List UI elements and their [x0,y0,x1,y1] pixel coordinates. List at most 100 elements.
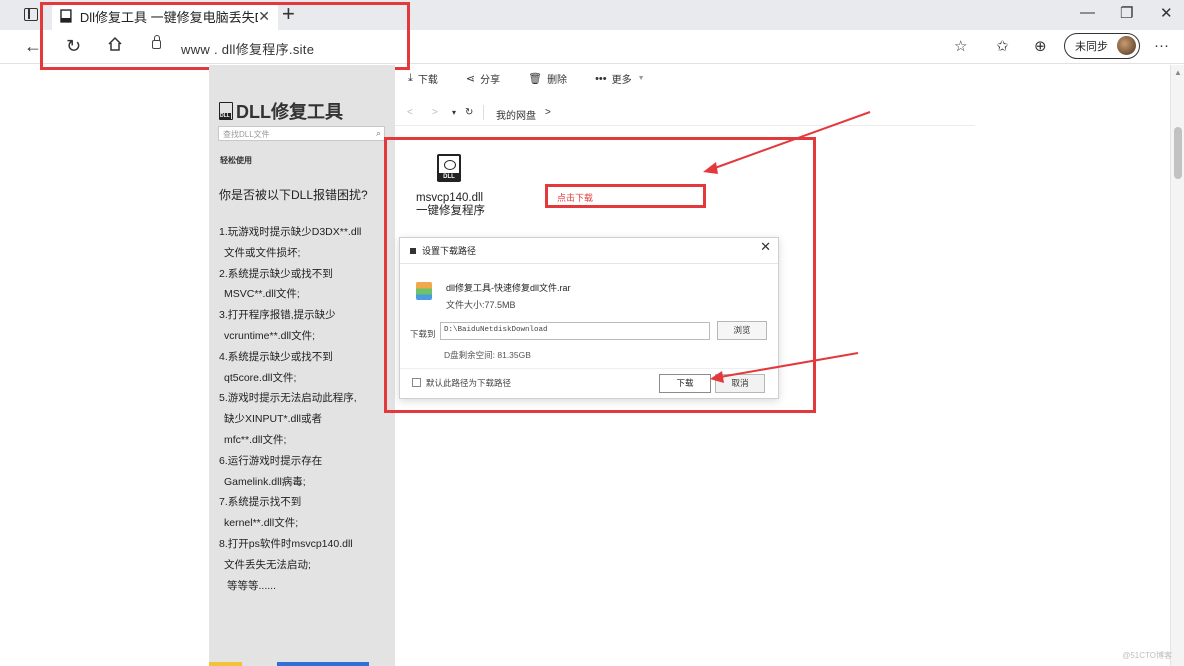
download-path-input[interactable]: D:\BaiduNetdiskDownload [440,322,710,340]
download-icon: ⤓ [408,72,413,84]
list-item: 等等等...... [227,579,277,592]
window-close-icon[interactable]: ✕ [1160,4,1173,22]
dialog-app-icon [410,247,416,254]
profile-sync-button[interactable]: 未同步 [1064,33,1140,59]
more-button[interactable]: ••• 更多 ▼ [595,71,645,87]
dialog-cancel-button[interactable]: 取消 [715,374,765,393]
breadcrumb-sep: > [545,107,551,118]
dll-search-input[interactable]: 查找DLL文件 ⌕ [218,126,385,141]
watermark: @51CTO博客 [1122,651,1172,660]
dialog-file-size: 文件大小:77.5MB [446,300,516,310]
path-divider [483,105,484,120]
list-item: 1.玩游戏时提示缺少D3DX**.dll [219,226,362,238]
url-text[interactable]: www . dll修复程序.site [181,39,314,58]
scroll-up-icon[interactable]: ▲ [1174,68,1182,77]
dialog-download-button[interactable]: 下载 [659,374,711,393]
lock-icon[interactable] [152,35,161,49]
tab-close-icon[interactable]: ✕ [258,8,270,25]
dialog-close-icon[interactable]: ✕ [760,239,771,255]
list-item: 文件或文件损坏; [224,246,301,259]
page-scrollbar[interactable]: ▲ [1170,65,1184,666]
path-bar: < > ▾ ↻ 我的网盘 > [395,102,975,126]
share-icon: ⋖ [465,73,476,85]
list-item: 5.游戏时提示无法启动此程序, [219,392,357,405]
tab-title: Dll修复工具 一键修复电脑丢失D [79,9,259,25]
list-item: qt5core.dll文件; [224,371,297,384]
favorites-icon[interactable]: ✩ [996,37,1009,55]
chevron-down-icon: ▼ [637,75,645,82]
left-info-panel: DLL修复工具 查找DLL文件 ⌕ 轻松使用 你是否被以下DLL报错困扰? 1.… [209,65,395,666]
minimize-icon[interactable]: — [1080,4,1095,21]
restore-icon[interactable]: ❐ [1120,4,1133,22]
bottom-strip-yellow [209,662,242,666]
file-toolbar: ⤓ 下载 ⋖ 分享 🗑 删除 ••• 更多 ▼ [408,71,673,86]
path-back-icon[interactable]: < [407,107,413,118]
list-item: 6.运行游戏时提示存在 [219,454,323,467]
file-name-line2: 一键修复程序 [416,205,485,217]
address-bar: ← ↻ www . dll修复程序.site ☆ ✩ ⊕ 未同步 ··· [0,30,1184,64]
refresh-icon[interactable]: ↻ [66,36,81,56]
dots-icon: ••• [595,72,607,85]
path-forward-icon[interactable]: > [432,107,438,118]
more-label: 更多 [611,75,632,86]
logo: DLL修复工具 [219,98,343,124]
scroll-thumb[interactable] [1174,127,1182,179]
download-to-label: 下载到 [410,329,436,339]
dll-file-icon[interactable] [437,154,461,182]
dialog-divider [400,263,778,264]
back-icon[interactable]: ← [24,36,42,56]
search-placeholder: 查找DLL文件 [223,130,270,139]
breadcrumb[interactable]: 我的网盘 [496,107,536,122]
path-dropdown-icon[interactable]: ▾ [452,108,456,117]
dialog-title: 设置下载路径 [410,244,476,257]
favorite-add-icon[interactable]: ☆ [954,37,967,55]
list-item: 3.打开程序报错,提示缺少 [219,309,336,322]
list-item: MSVC**.dll文件; [224,288,300,301]
more-menu-icon[interactable]: ··· [1154,37,1169,54]
download-path-dialog: 设置下载路径 ✕ dll修复工具-快速修复dll文件.rar 文件大小:77.5… [399,237,779,399]
sidebar-toggle-icon[interactable] [24,8,38,21]
dll-file-icon [60,9,72,23]
path-refresh-icon[interactable]: ↻ [465,107,473,118]
list-item: vcruntime**.dll文件; [224,329,316,342]
new-tab-button[interactable]: + [282,2,295,26]
default-path-label[interactable]: 默认此路径为下载路径 [426,377,511,389]
dialog-file-name: dll修复工具-快速修复dll文件.rar [446,283,571,293]
search-icon[interactable]: ⌕ [376,128,381,139]
rar-file-icon [416,282,432,300]
list-item: 8.打开ps软件时msvcp140.dll [219,537,353,550]
default-path-checkbox[interactable] [412,378,421,387]
browser-tab-bar: Dll修复工具 一键修复电脑丢失D ✕ + — ❐ ✕ [0,0,1184,30]
delete-button[interactable]: 🗑 删除 [528,71,567,86]
list-item: Gamelink.dll病毒; [224,475,306,488]
avatar [1117,36,1136,55]
share-button[interactable]: ⋖ 分享 [466,71,500,86]
home-icon[interactable] [107,36,123,56]
list-item: 2.系统提示缺少或找不到 [219,267,333,280]
browser-tab[interactable]: Dll修复工具 一键修复电脑丢失D ✕ [52,2,278,30]
list-item: 缺少XINPUT*.dll或者 [224,413,323,426]
dialog-divider [400,368,778,369]
browse-button[interactable]: 浏览 [717,321,767,340]
download-button[interactable]: ⤓ 下载 [408,71,438,86]
download-label: 下载 [417,75,438,86]
file-name-line1: msvcp140.dll [416,192,484,204]
delete-label: 删除 [547,75,568,86]
annotation-click-download: 点击下载 [557,193,594,203]
list-item: 7.系统提示找不到 [219,496,302,509]
bottom-strip-blue [277,662,369,666]
file-item-name[interactable]: msvcp140.dll 一键修复程序 [416,192,485,218]
sync-label: 未同步 [1075,41,1108,53]
trash-icon: 🗑 [528,73,543,85]
logo-title: DLL修复工具 [236,102,343,122]
arrow-head-top [703,162,718,174]
list-item: kernel**.dll文件; [224,517,299,530]
question-heading: 你是否被以下DLL报错困扰? [219,188,368,202]
error-list: 1.玩游戏时提示缺少D3DX**.dll 文件或文件损坏; 2.系统提示缺少或找… [219,222,361,596]
dialog-title-text: 设置下载路径 [422,246,477,256]
share-label: 分享 [480,75,501,86]
list-item: 4.系统提示缺少或找不到 [219,350,333,363]
collections-icon[interactable]: ⊕ [1034,37,1047,55]
free-space-text: D盘剩余空间: 81.35GB [444,350,531,360]
list-item: mfc**.dll文件; [224,433,287,446]
